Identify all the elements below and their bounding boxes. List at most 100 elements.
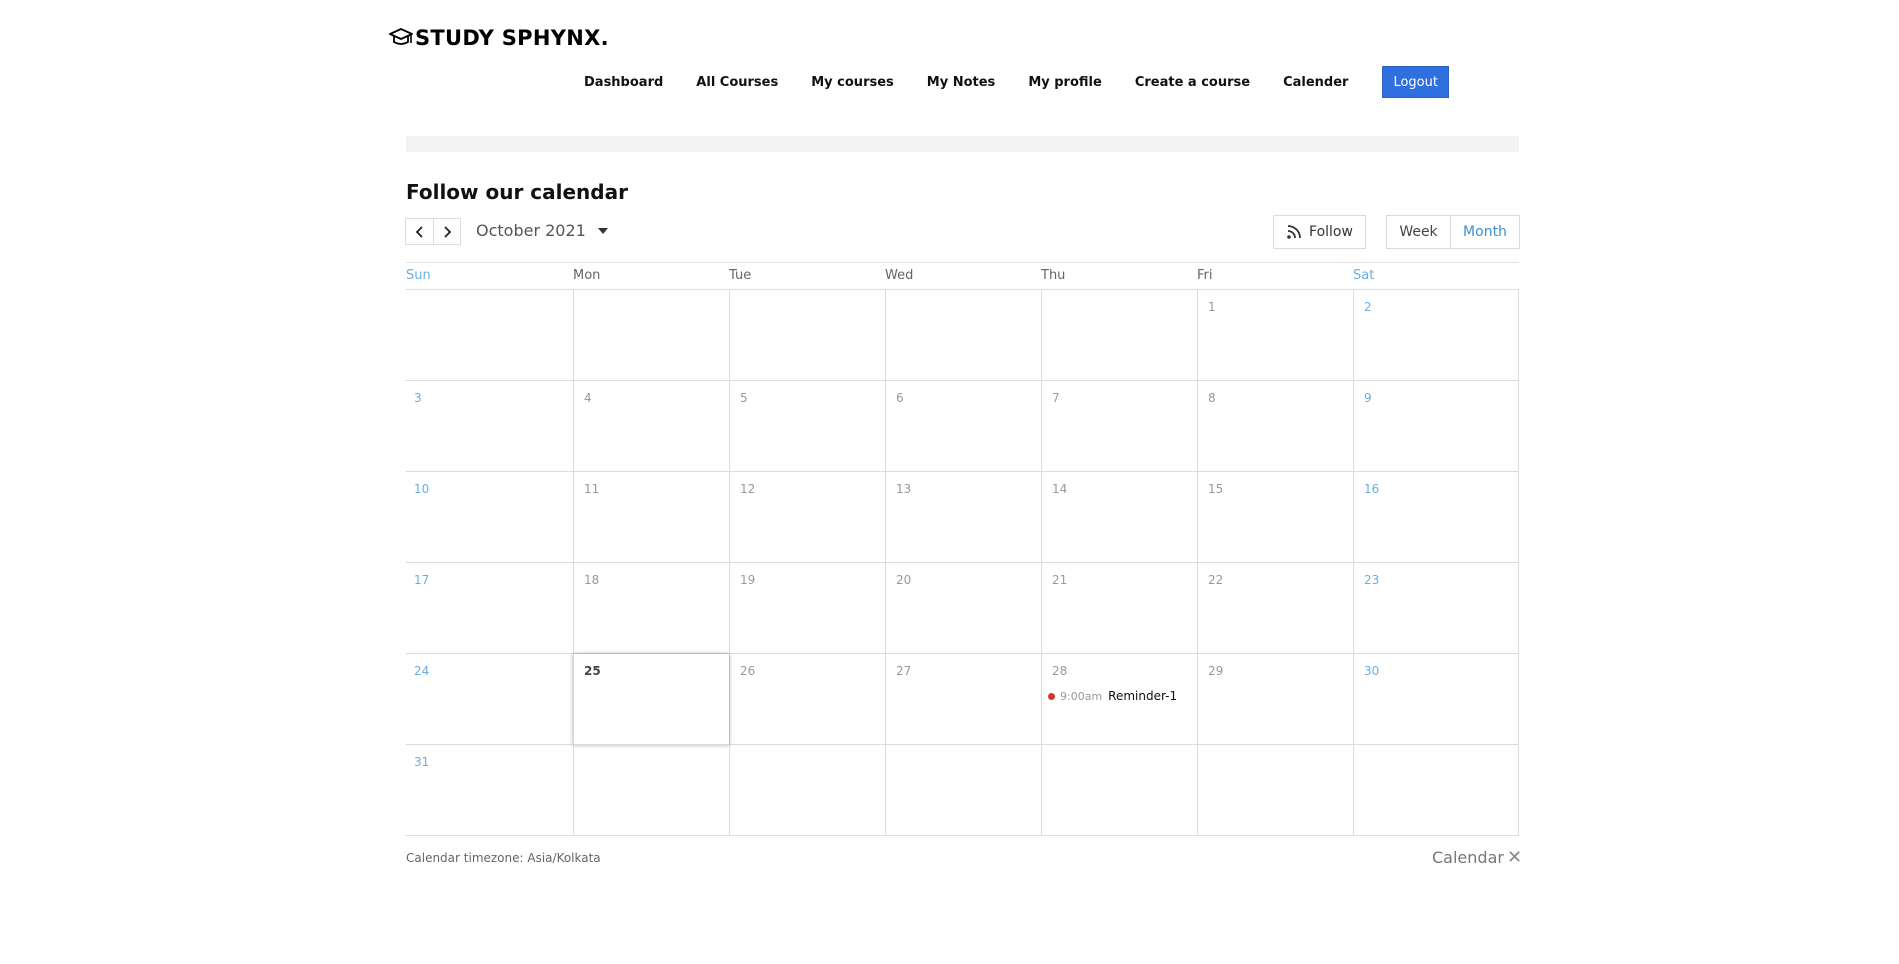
brand-name: STUDY SPHYNX. [415, 26, 609, 50]
day-cell-9[interactable]: 9 [1353, 381, 1519, 472]
day-number: 16 [1364, 482, 1380, 496]
empty-day-cell[interactable] [885, 745, 1041, 836]
day-cell-14[interactable]: 14 [1041, 472, 1197, 563]
day-cell-27[interactable]: 27 [885, 654, 1041, 745]
day-cell-1[interactable]: 1 [1197, 290, 1353, 381]
day-number: 18 [584, 573, 600, 587]
weekday-sun: Sun [406, 268, 431, 283]
nav-my-profile[interactable]: My profile [1028, 75, 1102, 90]
day-number: 8 [1208, 391, 1216, 405]
event-title: Reminder-1 [1108, 689, 1178, 703]
empty-day-cell[interactable] [1197, 745, 1353, 836]
month-label: October 2021 [476, 221, 586, 240]
day-cell-3[interactable]: 3 [406, 381, 573, 472]
day-cell-28[interactable]: 28 9:00am Reminder-1 [1041, 654, 1197, 745]
empty-day-cell[interactable] [1353, 745, 1519, 836]
day-cell-23[interactable]: 23 [1353, 563, 1519, 654]
event-time: 9:00am [1060, 689, 1103, 703]
day-cell-20[interactable]: 20 [885, 563, 1041, 654]
day-cell-4[interactable]: 4 [573, 381, 729, 472]
nav-dashboard[interactable]: Dashboard [584, 75, 663, 90]
day-cell-12[interactable]: 12 [729, 472, 885, 563]
calendar-footer-logo[interactable]: Calendar ✕ [1432, 847, 1522, 868]
day-cell-19[interactable]: 19 [729, 563, 885, 654]
day-number: 9 [1364, 391, 1372, 405]
view-week-button[interactable]: Week [1387, 216, 1450, 248]
empty-day-cell[interactable] [406, 290, 573, 381]
month-selector[interactable]: October 2021 [476, 221, 608, 240]
chevron-left-icon [415, 225, 423, 238]
empty-day-cell[interactable] [729, 745, 885, 836]
x-icon: ✕ [1506, 847, 1523, 868]
weekday-mon: Mon [573, 268, 601, 283]
day-number: 15 [1208, 482, 1224, 496]
weekday-header: Sun Mon Tue Wed Thu Fri Sat [406, 262, 1519, 289]
follow-button[interactable]: Follow [1273, 215, 1366, 249]
day-cell-25[interactable]: 25 [573, 654, 729, 745]
day-number: 3 [414, 391, 422, 405]
calendar-event[interactable]: 9:00am Reminder-1 [1048, 689, 1177, 703]
day-number: 25 [584, 664, 601, 678]
empty-day-cell[interactable] [1041, 745, 1197, 836]
day-number: 21 [1052, 573, 1068, 587]
day-cell-6[interactable]: 6 [885, 381, 1041, 472]
day-cell-8[interactable]: 8 [1197, 381, 1353, 472]
day-number: 5 [740, 391, 748, 405]
day-number: 17 [414, 573, 430, 587]
day-number: 2 [1364, 300, 1372, 314]
weekday-wed: Wed [885, 268, 914, 283]
day-cell-13[interactable]: 13 [885, 472, 1041, 563]
nav-all-courses[interactable]: All Courses [696, 75, 778, 90]
day-cell-26[interactable]: 26 [729, 654, 885, 745]
nav-my-courses[interactable]: My courses [811, 75, 894, 90]
day-cell-22[interactable]: 22 [1197, 563, 1353, 654]
chevron-right-icon [444, 225, 452, 238]
day-cell-15[interactable]: 15 [1197, 472, 1353, 563]
next-month-button[interactable] [433, 219, 460, 244]
day-cell-2[interactable]: 2 [1353, 290, 1519, 381]
day-cell-16[interactable]: 16 [1353, 472, 1519, 563]
nav-calender[interactable]: Calender [1283, 75, 1348, 90]
day-number: 1 [1208, 300, 1216, 314]
weekday-sat: Sat [1353, 268, 1375, 283]
nav-create-course[interactable]: Create a course [1135, 75, 1250, 90]
day-number: 31 [414, 755, 430, 769]
empty-day-cell[interactable] [1041, 290, 1197, 381]
day-cell-17[interactable]: 17 [406, 563, 573, 654]
empty-day-cell[interactable] [729, 290, 885, 381]
footer-logo-text: Calendar [1432, 848, 1504, 867]
nav-my-notes[interactable]: My Notes [927, 75, 996, 90]
main-nav: Dashboard All Courses My courses My Note… [584, 66, 1449, 98]
day-number: 6 [896, 391, 904, 405]
month-grid: 1 2 3 4 5 6 7 8 9 10 11 12 13 14 15 16 17 18 19 20 21 22 23 24 2… [406, 289, 1519, 836]
day-cell-18[interactable]: 18 [573, 563, 729, 654]
timezone-note: Calendar timezone: Asia/Kolkata [406, 851, 601, 865]
brand-logo[interactable]: STUDY SPHYNX. [389, 26, 609, 50]
empty-day-cell[interactable] [573, 290, 729, 381]
day-cell-31[interactable]: 31 [406, 745, 573, 836]
calendar-grid: Sun Mon Tue Wed Thu Fri Sat 1 2 3 4 5 6 7 8 9 10 11 12 13 1… [406, 262, 1519, 836]
banner-strip [406, 136, 1519, 152]
day-cell-29[interactable]: 29 [1197, 654, 1353, 745]
prev-month-button[interactable] [406, 219, 433, 244]
day-cell-5[interactable]: 5 [729, 381, 885, 472]
day-number: 20 [896, 573, 912, 587]
day-number: 14 [1052, 482, 1068, 496]
day-number: 22 [1208, 573, 1224, 587]
view-month-button[interactable]: Month [1450, 216, 1519, 248]
calendar-title: Follow our calendar [406, 180, 628, 204]
day-number: 10 [414, 482, 430, 496]
day-number: 26 [740, 664, 756, 678]
graduation-cap-icon [389, 28, 413, 45]
day-number: 7 [1052, 391, 1060, 405]
logout-button[interactable]: Logout [1382, 66, 1449, 98]
empty-day-cell[interactable] [885, 290, 1041, 381]
day-cell-30[interactable]: 30 [1353, 654, 1519, 745]
day-cell-10[interactable]: 10 [406, 472, 573, 563]
day-cell-7[interactable]: 7 [1041, 381, 1197, 472]
day-cell-11[interactable]: 11 [573, 472, 729, 563]
empty-day-cell[interactable] [573, 745, 729, 836]
day-cell-21[interactable]: 21 [1041, 563, 1197, 654]
day-cell-24[interactable]: 24 [406, 654, 573, 745]
weekday-thu: Thu [1041, 268, 1066, 283]
